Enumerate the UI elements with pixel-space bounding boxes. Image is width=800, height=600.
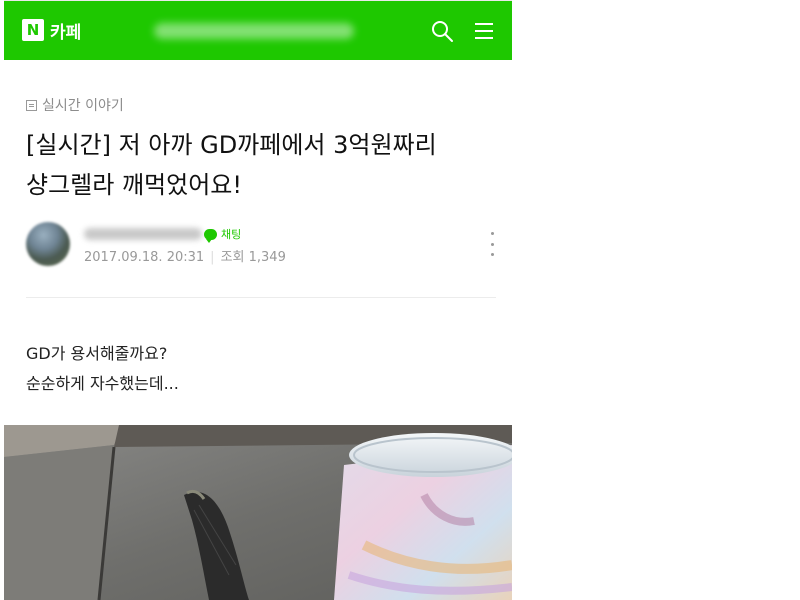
cafe-name-blurred[interactable] (154, 23, 354, 39)
top-navigation-bar: N 카페 (4, 0, 512, 60)
article-title: [실시간] 저 아까 GD까페에서 3억원짜리 샹그렐라 깨먹었어요! (26, 131, 437, 199)
views-label: 조회 (220, 250, 245, 265)
search-icon[interactable] (430, 19, 454, 43)
chat-bubble-icon (204, 228, 217, 243)
body-line: GD가 용서해줄까요? (26, 344, 168, 363)
views-count: 1,349 (248, 250, 286, 265)
article-body: GD가 용서해줄까요? 순순하게 자수했는데... (26, 339, 179, 399)
board-category-link[interactable]: 실시간 이야기 (26, 95, 124, 115)
article-meta: 2017.09.18. 20:31 | 조회 1,349 (84, 246, 286, 265)
post-date: 2017.09.18. 20:31 (84, 250, 205, 265)
author-avatar[interactable] (26, 222, 70, 266)
app-name[interactable]: 카페 (50, 18, 81, 43)
divider (26, 297, 496, 298)
body-line: 순순하게 자수했는데... (26, 374, 179, 393)
board-category-label: 실시간 이야기 (42, 98, 124, 114)
article-photo[interactable] (4, 425, 512, 600)
chat-button[interactable]: 채팅 (204, 226, 242, 243)
board-icon (26, 99, 37, 111)
meta-separator: | (210, 250, 215, 265)
chat-label: 채팅 (221, 228, 242, 241)
phone-screen: N 카페 실시간 이야기 [실시간] 저 아까 GD까페에서 3억원짜리 샹그렐… (4, 0, 512, 600)
hamburger-menu-icon[interactable] (472, 19, 496, 43)
author-name-blurred[interactable] (84, 228, 202, 240)
more-vertical-icon[interactable] (488, 232, 496, 256)
naver-logo[interactable]: N (22, 19, 44, 41)
